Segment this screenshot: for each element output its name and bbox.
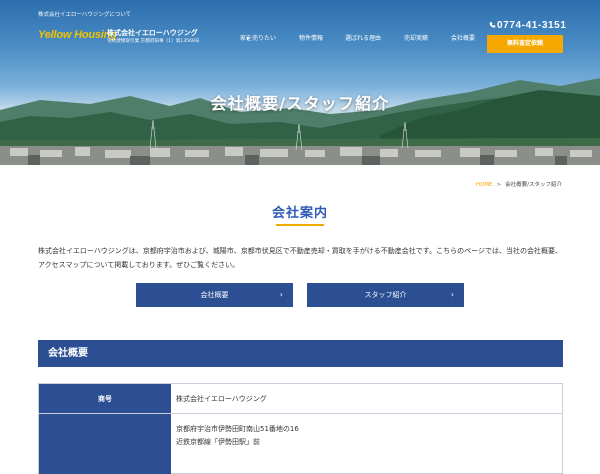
chevron-right-icon: ›: [279, 290, 283, 299]
overview-table: 商号 株式会社イエローハウジング 京都府宇治市伊勢田町南山51番地の16 近鉄京…: [38, 383, 563, 474]
nav-item-reasons[interactable]: 選ばれる理由: [345, 33, 381, 42]
top-info-text: 株式会社イエローハウジングについて: [38, 12, 132, 18]
breadcrumb-current: 会社概要/スタッフ紹介: [505, 182, 562, 188]
nav-item-properties[interactable]: 物件情報: [299, 33, 323, 42]
phone-link[interactable]: 0774-41-3151: [489, 20, 566, 31]
title-underline: [276, 224, 324, 226]
table-row: 京都府宇治市伊勢田町南山51番地の16 近鉄京都線「伊勢田駅」前: [39, 414, 562, 474]
nav-item-sell[interactable]: 家を売りたい ▼: [240, 33, 276, 42]
staff-intro-button[interactable]: スタッフ紹介 ›: [307, 283, 464, 307]
nav-item-company[interactable]: 会社概要: [451, 33, 475, 42]
cell-text: 京都府宇治市伊勢田町南山51番地の16: [176, 425, 299, 433]
site-logo[interactable]: Yellow Housing: [38, 29, 117, 41]
overview-heading: 会社概要: [38, 340, 563, 367]
phone-number: 0774-41-3151: [497, 20, 567, 31]
intro-text: 株式会社イエローハウジングは、京都府宇治市および、城陽市、京都市伏見区で不動産売…: [38, 247, 562, 269]
company-name: 株式会社イエローハウジング: [107, 29, 198, 37]
section-title: 会社案内: [271, 206, 328, 221]
license-text: 宅地建物取引業 京都府知事（1）第13568号: [107, 39, 200, 44]
breadcrumb: HOME > 会社概要/スタッフ紹介: [476, 180, 562, 188]
table-row: 商号 株式会社イエローハウジング: [39, 384, 562, 414]
button-label: スタッフ紹介: [364, 291, 407, 299]
cell-text: 株式会社イエローハウジング: [176, 394, 267, 403]
table-header-cell: 商号: [39, 384, 171, 413]
caret-down-icon: ▼: [246, 36, 250, 41]
table-cell: 京都府宇治市伊勢田町南山51番地の16 近鉄京都線「伊勢田駅」前: [171, 414, 562, 449]
table-header-cell: [39, 414, 171, 474]
nav-item-results[interactable]: 売却実績: [404, 33, 428, 42]
phone-icon: [489, 22, 496, 28]
page-title: 会社概要/スタッフ紹介: [210, 94, 390, 113]
breadcrumb-separator: >: [496, 182, 502, 188]
hero-banner: 株式会社イエローハウジングについて Yellow Housing 株式会社イエロ…: [0, 0, 600, 165]
cell-text: 近鉄京都線「伊勢田駅」前: [176, 438, 260, 446]
chevron-right-icon: ›: [450, 290, 454, 299]
free-appraisal-button[interactable]: 無料査定依頼: [487, 35, 563, 53]
breadcrumb-home-link[interactable]: HOME: [476, 182, 493, 188]
table-cell: 株式会社イエローハウジング: [171, 384, 562, 413]
company-overview-button[interactable]: 会社概要 ›: [136, 283, 293, 307]
button-label: 会社概要: [200, 291, 229, 299]
company-info: 株式会社イエローハウジング 宅地建物取引業 京都府知事（1）第13568号: [107, 29, 200, 45]
